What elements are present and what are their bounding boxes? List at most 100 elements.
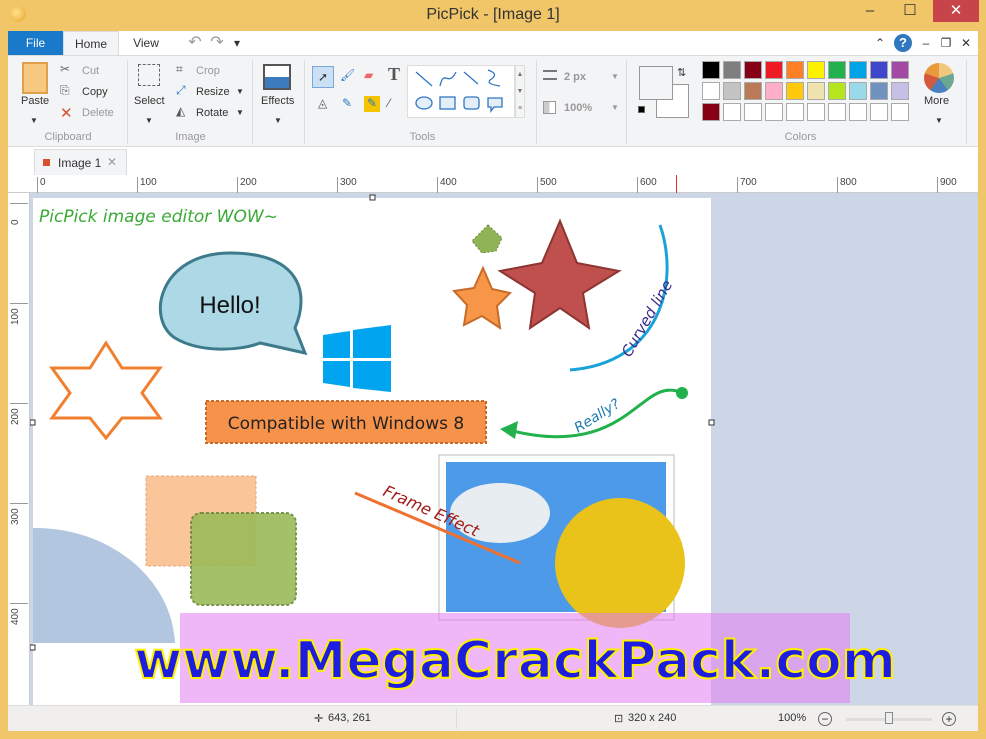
doc-close-button[interactable]: ✕ [958,31,974,55]
rotate-button[interactable]: Rotate [196,107,228,119]
color-swatch[interactable] [702,82,720,100]
reset-colors-icon[interactable] [638,106,645,113]
color-swatch[interactable] [702,103,720,121]
color-swatch[interactable] [891,103,909,121]
undo-icon[interactable]: ↶ [186,31,204,55]
fill-tool-icon[interactable]: ◬ [318,96,327,110]
select-dropdown-icon[interactable]: ▼ [145,116,153,125]
color-swatch[interactable] [723,103,741,121]
colors-group-label: Colors [784,131,817,143]
color-swatch[interactable] [828,82,846,100]
color-swatch[interactable] [849,103,867,121]
line-width-dropdown-icon[interactable]: ▼ [611,72,619,81]
more-colors-dropdown-icon[interactable]: ▼ [935,116,943,125]
opacity-dropdown-icon[interactable]: ▼ [611,103,619,112]
color-swatch[interactable] [807,103,825,121]
color-swatch[interactable] [786,82,804,100]
help-icon[interactable]: ? [894,34,912,52]
rotate-dropdown-icon[interactable]: ▼ [236,108,244,117]
color-swatch[interactable] [744,82,762,100]
green-rect-shape [190,512,297,606]
zoom-out-button[interactable]: − [818,712,832,726]
image-canvas[interactable]: PicPick image editor WOW~ Hello! Compati… [30,193,978,705]
minimize-button[interactable]: – [850,0,890,22]
color-swatch[interactable] [786,61,804,79]
color-swatch[interactable] [891,61,909,79]
canvas-area[interactable]: PicPick image editor WOW~ Hello! Compati… [30,193,978,705]
paste-icon [22,62,48,94]
color-swatch[interactable] [870,82,888,100]
highlighter-tool-icon[interactable]: ✎ [364,96,380,112]
tab-home[interactable]: Home [63,31,119,55]
line-shape-icon [415,71,433,87]
ruler-tick [10,503,28,504]
cut-button[interactable]: Cut [82,65,99,77]
color-swatch[interactable] [849,82,867,100]
color-swatch[interactable] [765,61,783,79]
color-swatch[interactable] [765,82,783,100]
color-swatch[interactable] [870,103,888,121]
effects-button[interactable]: Effects [261,95,294,107]
doc-restore-button[interactable]: ❐ [938,31,954,55]
eraser-tool-icon[interactable]: ▰ [364,68,373,82]
zoom-slider-thumb[interactable] [885,712,893,724]
ruler-tick [337,177,338,193]
copy-button[interactable]: Copy [82,86,108,98]
color-swatch[interactable] [702,61,720,79]
pencil-tool-icon[interactable]: ✎ [342,96,352,110]
pointer-tool-icon[interactable]: ➚ [312,66,334,88]
image-size-icon: ⊡ [614,713,624,725]
primary-color[interactable] [639,66,673,100]
paste-dropdown-icon[interactable]: ▼ [30,116,38,125]
collapse-ribbon-icon[interactable]: ⌃ [872,31,888,55]
crop-button[interactable]: Crop [196,65,220,77]
tab-file[interactable]: File [8,31,63,55]
color-swatch[interactable] [765,103,783,121]
quick-access-dropdown-icon[interactable]: ▾ [230,31,244,55]
color-swatch[interactable] [828,103,846,121]
doc-tab-label: Image 1 [58,156,102,170]
resize-dropdown-icon[interactable]: ▼ [236,87,244,96]
ruler-cursor-marker [676,175,677,193]
color-swatch[interactable] [849,61,867,79]
color-swatch[interactable] [723,82,741,100]
color-swatch[interactable] [786,103,804,121]
swap-colors-icon[interactable]: ⇅ [677,66,686,79]
doc-minimize-button[interactable]: – [918,31,934,55]
delete-button[interactable]: Delete [82,107,114,119]
rotate-icon: ◭ [176,104,186,118]
color-swatch[interactable] [744,61,762,79]
paste-button[interactable]: Paste [21,95,49,107]
color-swatch[interactable] [828,61,846,79]
redo-icon[interactable]: ↷ [208,31,226,55]
doc-tab-image-1[interactable]: Image 1 ✕ [34,149,127,175]
more-colors-button[interactable]: More [924,95,949,107]
select-button[interactable]: Select [134,95,165,107]
text-tool-icon[interactable]: T [388,64,400,85]
brush-tool-icon[interactable]: 🖌 [340,68,355,82]
effects-dropdown-icon[interactable]: ▼ [274,116,282,125]
ruler-tick [10,203,28,204]
tab-view[interactable]: View [119,31,173,55]
image-group-label: Image [175,131,206,143]
line-width-select[interactable]: 2 px [564,71,586,83]
close-button[interactable]: ✕ [933,0,979,22]
color-swatch[interactable] [744,103,762,121]
ruler-tick [537,177,538,193]
shape-gallery-scroll[interactable]: ▲ ▼ ≡ [515,65,525,118]
color-swatch[interactable] [807,82,825,100]
color-swatch[interactable] [807,61,825,79]
resize-button[interactable]: Resize [196,86,230,98]
color-swatch[interactable] [870,61,888,79]
color-picker-icon[interactable]: ⁄ [388,96,390,110]
maximize-button[interactable]: ☐ [890,0,930,22]
ruler-tick [837,177,838,193]
ruler-tick [10,603,28,604]
doc-tab-close-icon[interactable]: ✕ [107,155,117,169]
color-swatch[interactable] [891,82,909,100]
opacity-select[interactable]: 100% [564,102,592,114]
cut-icon: ✂ [60,62,71,76]
color-swatch[interactable] [723,61,741,79]
zoom-in-button[interactable]: + [942,712,956,726]
shapes-icons [415,69,503,113]
